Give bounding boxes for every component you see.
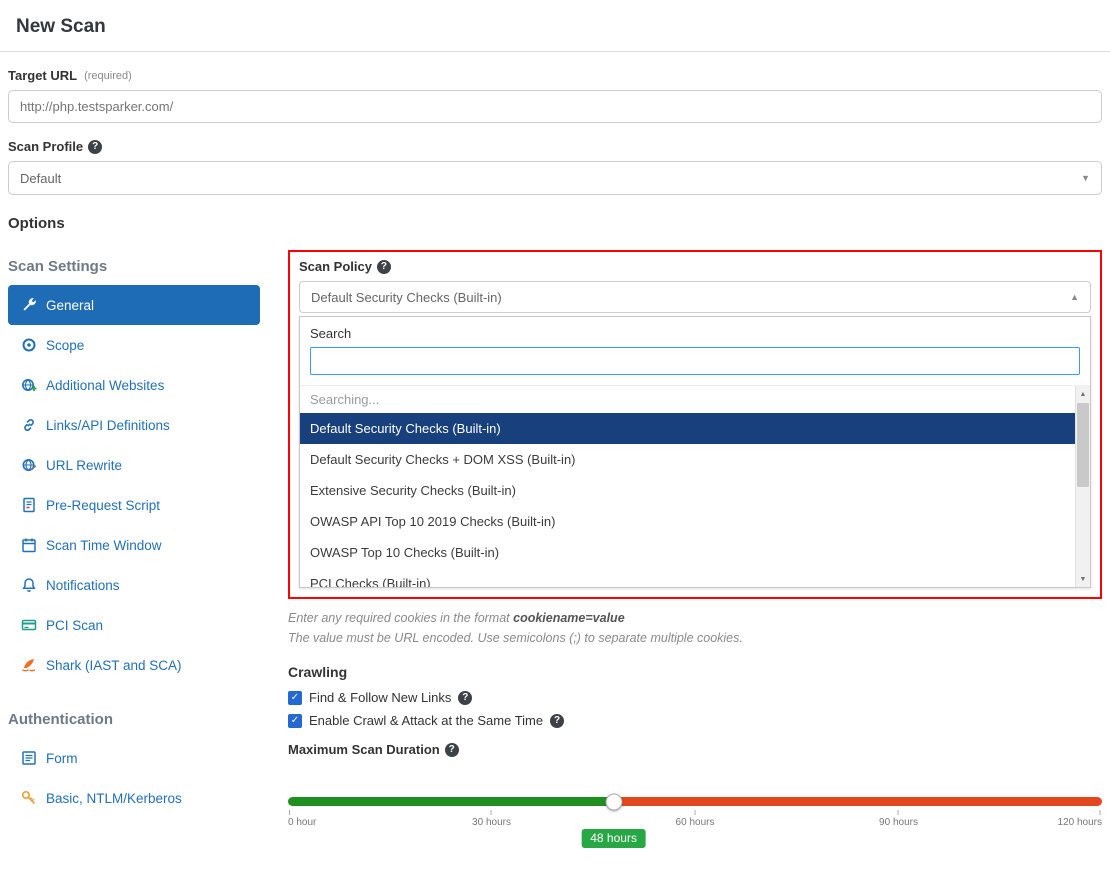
- scope-icon: [20, 337, 37, 354]
- scan-policy-select[interactable]: Default Security Checks (Built-in) ▲: [299, 281, 1091, 313]
- sidebar-item-scan-time-window[interactable]: Scan Time Window: [8, 525, 260, 565]
- shark-icon: [20, 657, 37, 674]
- help-icon[interactable]: ?: [88, 140, 102, 154]
- credit-card-icon: [20, 617, 37, 634]
- chevron-up-icon: ▲: [1070, 292, 1079, 302]
- tick-120: 120 hours: [1058, 810, 1102, 828]
- tick-30: 30 hours: [472, 810, 511, 828]
- dropdown-search-label: Search: [310, 326, 1080, 341]
- sidebar-item-pci-scan[interactable]: PCI Scan: [8, 605, 260, 645]
- sidebar-item-scope[interactable]: Scope: [8, 325, 260, 365]
- sidebar-item-label: URL Rewrite: [46, 458, 122, 473]
- crawling-heading: Crawling: [288, 664, 1102, 680]
- scan-policy-option[interactable]: OWASP API Top 10 2019 Checks (Built-in): [300, 506, 1075, 537]
- sidebar-item-links-api-definitions[interactable]: Links/API Definitions: [8, 405, 260, 445]
- target-url-label: Target URL (required): [8, 68, 1102, 83]
- key-icon: [20, 790, 37, 807]
- scan-policy-option-list: Searching... Default Security Checks (Bu…: [300, 385, 1090, 587]
- scan-policy-option[interactable]: Default Security Checks (Built-in): [300, 413, 1075, 444]
- options-heading: Options: [8, 215, 1102, 232]
- target-url-input[interactable]: [8, 90, 1102, 123]
- scan-policy-highlight-box: Scan Policy ? Default Security Checks (B…: [288, 250, 1102, 599]
- scan-policy-selected-value: Default Security Checks (Built-in): [311, 290, 502, 305]
- globe-plus-icon: [20, 377, 37, 394]
- scan-policy-label: Scan Policy ?: [299, 259, 1091, 274]
- cookies-note-line2: The value must be URL encoded. Use semic…: [288, 628, 1102, 648]
- sidebar-item-label: PCI Scan: [46, 618, 103, 633]
- checkbox-label: Enable Crawl & Attack at the Same Time: [309, 713, 543, 728]
- slider-handle[interactable]: [605, 793, 622, 810]
- searching-status: Searching...: [300, 386, 1075, 413]
- sidebar-item-basic-ntlm-kerberos[interactable]: Basic, NTLM/Kerberos: [8, 778, 260, 818]
- help-icon[interactable]: ?: [458, 691, 472, 705]
- dropdown-search-input[interactable]: [310, 347, 1080, 375]
- sidebar-item-label: Shark (IAST and SCA): [46, 658, 182, 673]
- sidebar-item-form[interactable]: Form: [8, 738, 260, 778]
- sidebar-item-label: Links/API Definitions: [46, 418, 170, 433]
- help-icon[interactable]: ?: [550, 714, 564, 728]
- scan-policy-option[interactable]: Default Security Checks + DOM XSS (Built…: [300, 444, 1075, 475]
- scan-policy-dropdown: Search Searching... Default Security Che…: [299, 316, 1091, 588]
- general-settings-panel: Scan Policy ? Default Security Checks (B…: [288, 240, 1102, 864]
- crawl-attack-same-time-checkbox[interactable]: ✓: [288, 714, 302, 728]
- sidebar-item-notifications[interactable]: Notifications: [8, 565, 260, 605]
- max-scan-duration-label: Maximum Scan Duration ?: [288, 742, 1102, 757]
- sidebar-item-label: General: [46, 298, 94, 313]
- sidebar-item-url-rewrite[interactable]: URL Rewrite: [8, 445, 260, 485]
- sidebar-item-pre-request-script[interactable]: Pre-Request Script: [8, 485, 260, 525]
- link-icon: [20, 417, 37, 434]
- scan-profile-value: Default: [20, 171, 61, 186]
- cookies-format-example: cookiename=value: [513, 611, 625, 625]
- form-icon: [20, 750, 37, 767]
- calendar-icon: [20, 537, 37, 554]
- scroll-up-icon[interactable]: ▲: [1076, 386, 1090, 402]
- cookies-note: Enter any required cookies in the format…: [288, 608, 1102, 648]
- tick-90: 90 hours: [879, 810, 918, 828]
- globe-edit-icon: [20, 457, 37, 474]
- wrench-icon: [20, 297, 37, 314]
- slider-track[interactable]: [288, 797, 1102, 806]
- sidebar-item-label: Basic, NTLM/Kerberos: [46, 791, 182, 806]
- scan-policy-option[interactable]: Extensive Security Checks (Built-in): [300, 475, 1075, 506]
- sidebar-item-label: Form: [46, 751, 78, 766]
- help-icon[interactable]: ?: [445, 743, 459, 757]
- sidebar-item-label: Additional Websites: [46, 378, 164, 393]
- script-icon: [20, 497, 37, 514]
- scan-profile-label: Scan Profile ?: [8, 139, 1102, 154]
- sidebar-item-shark[interactable]: Shark (IAST and SCA): [8, 645, 260, 685]
- page-header: New Scan: [0, 0, 1110, 52]
- page-title: New Scan: [16, 16, 1094, 38]
- find-follow-links-checkbox[interactable]: ✓: [288, 691, 302, 705]
- sidebar-item-label: Pre-Request Script: [46, 498, 160, 513]
- scan-settings-heading: Scan Settings: [8, 258, 288, 275]
- sidebar-item-label: Notifications: [46, 578, 120, 593]
- sidebar-item-label: Scan Time Window: [46, 538, 162, 553]
- crawl-attack-same-time-row: ✓ Enable Crawl & Attack at the Same Time…: [288, 713, 1102, 728]
- find-follow-links-row: ✓ Find & Follow New Links ?: [288, 690, 1102, 705]
- sidebar-item-label: Scope: [46, 338, 84, 353]
- authentication-heading: Authentication: [8, 711, 288, 728]
- bell-icon: [20, 577, 37, 594]
- scan-settings-sidebar: Scan Settings General Scope: [8, 240, 288, 818]
- scroll-down-icon[interactable]: ▼: [1076, 571, 1090, 587]
- slider-ticks: 0 hour 30 hours 60 hours 90 hours 120 ho…: [288, 810, 1102, 834]
- scan-policy-option[interactable]: PCI Checks (Built-in): [300, 568, 1075, 587]
- new-scan-page: New Scan Target URL (required) Scan Prof…: [0, 0, 1110, 884]
- help-icon[interactable]: ?: [377, 260, 391, 274]
- tick-60: 60 hours: [676, 810, 715, 828]
- sidebar-item-additional-websites[interactable]: Additional Websites: [8, 365, 260, 405]
- dropdown-scrollbar[interactable]: ▲ ▼: [1075, 386, 1090, 587]
- required-note: (required): [84, 70, 132, 82]
- scrollbar-thumb[interactable]: [1077, 403, 1089, 487]
- scan-policy-option[interactable]: OWASP Top 10 Checks (Built-in): [300, 537, 1075, 568]
- sidebar-item-general[interactable]: General: [8, 285, 260, 325]
- tick-0: 0 hour: [288, 810, 316, 828]
- chevron-down-icon: ▼: [1081, 173, 1090, 183]
- scan-profile-select[interactable]: Default ▼: [8, 161, 1102, 195]
- checkbox-label: Find & Follow New Links: [309, 690, 451, 705]
